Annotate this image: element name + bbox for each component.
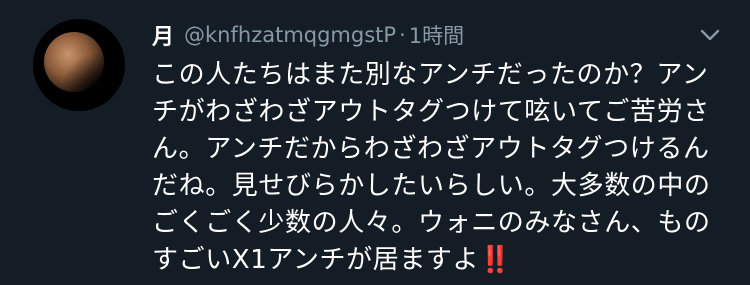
tweet-text-content: この人たちはまた別なアンチだったのか？アンチがわざわざアウトタグつけて呟いてご苦… — [152, 60, 711, 275]
separator-dot: · — [399, 23, 406, 47]
timestamp[interactable]: 1時間 — [409, 20, 464, 50]
chevron-down-icon[interactable] — [698, 25, 722, 45]
moon-avatar-icon — [33, 19, 125, 111]
double-exclamation-emoji: ‼️ — [479, 245, 511, 275]
tweet-card[interactable]: 月 @knfhzatmqgmgstP · 1時間 この人たちはまた別なアンチだっ… — [0, 0, 750, 285]
user-handle[interactable]: @knfhzatmqgmgstP — [184, 23, 396, 47]
display-name[interactable]: 月 — [152, 19, 174, 51]
tweet-header: 月 @knfhzatmqgmgstP · 1時間 — [152, 18, 464, 52]
avatar[interactable] — [33, 19, 125, 111]
tweet-text: この人たちはまた別なアンチだったのか？アンチがわざわざアウトタグつけて呟いてご苦… — [152, 57, 722, 279]
